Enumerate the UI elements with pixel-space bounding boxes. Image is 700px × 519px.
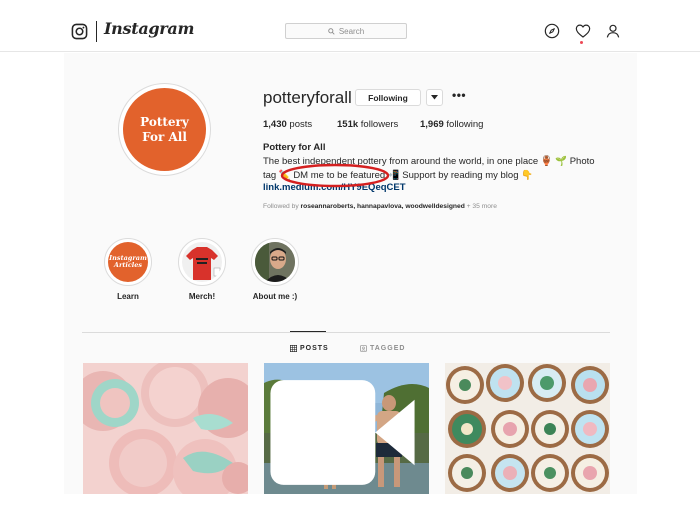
- followed-by-prefix: Followed by: [263, 203, 299, 210]
- highlight-ring: [178, 238, 226, 286]
- search-placeholder: Search: [338, 26, 365, 36]
- tag-icon: [360, 345, 367, 352]
- highlight-cover-tshirt: [182, 242, 222, 282]
- highlight-about-me[interactable]: About me :): [251, 238, 299, 301]
- highlight-learn[interactable]: Instagram Articles Learn: [104, 238, 152, 301]
- profile-bio: The best independent pottery from around…: [263, 155, 608, 182]
- highlight-merch[interactable]: Merch!: [178, 238, 226, 301]
- active-tab-indicator: [290, 331, 326, 332]
- followers-stat[interactable]: 151k followers: [337, 119, 398, 130]
- tabs-divider: [82, 332, 610, 333]
- avatar-text-line1: Pottery: [140, 114, 189, 129]
- caret-down-icon: [431, 95, 438, 100]
- avatar-text-line2: For All: [142, 129, 187, 144]
- heart-icon[interactable]: [575, 23, 591, 39]
- instagram-glyph-icon[interactable]: [71, 23, 88, 40]
- notification-dot: [580, 41, 583, 44]
- tab-tagged[interactable]: TAGGED: [360, 345, 405, 352]
- tshirt-icon: [186, 247, 221, 280]
- followed-by-names: roseannaroberts, hannapavlova, woodwelld…: [300, 203, 465, 210]
- followers-label: followers: [360, 119, 399, 130]
- pink-plates-photo: [83, 363, 248, 494]
- top-navigation-bar: Instagram Search: [0, 0, 700, 52]
- followed-by-text[interactable]: Followed by roseannaroberts, hannapavlov…: [263, 203, 497, 210]
- tab-posts[interactable]: POSTS: [290, 345, 329, 352]
- tab-posts-label: POSTS: [300, 345, 329, 352]
- profile-avatar[interactable]: Pottery For All: [118, 83, 211, 176]
- following-stat[interactable]: 1,969 following: [420, 119, 483, 130]
- highlight-cover-text-2: Articles: [113, 261, 143, 269]
- followed-by-more: + 35 more: [466, 203, 497, 210]
- more-options-icon[interactable]: •••: [452, 88, 466, 102]
- followers-count: 151k: [337, 119, 359, 130]
- highlight-label: About me :): [252, 292, 298, 301]
- following-count: 1,969: [420, 119, 444, 130]
- profile-username: potteryforall: [263, 88, 352, 107]
- portrait-photo: [255, 242, 295, 282]
- logo-divider: [96, 21, 97, 42]
- avatar-logo: Pottery For All: [123, 88, 206, 171]
- posts-count: 1,430: [263, 119, 287, 130]
- highlight-cover-portrait: [255, 242, 295, 282]
- following-label: following: [446, 119, 484, 130]
- instagram-wordmark[interactable]: Instagram: [104, 19, 194, 38]
- following-button[interactable]: Following: [355, 89, 421, 106]
- posts-stat: 1,430 posts: [263, 119, 312, 130]
- bio-line-1: The best independent pottery from around…: [263, 156, 595, 167]
- post-thumbnail-plates[interactable]: [83, 363, 248, 494]
- person-icon[interactable]: [605, 23, 621, 39]
- post-thumbnail-lake[interactable]: [264, 363, 429, 494]
- search-input[interactable]: Search: [285, 23, 407, 39]
- suggestions-dropdown-button[interactable]: [426, 89, 443, 106]
- highlight-cover-articles: Instagram Articles: [108, 242, 148, 282]
- compass-icon[interactable]: [544, 23, 560, 39]
- tab-tagged-label: TAGGED: [370, 345, 406, 352]
- floral-bowls-photo: [445, 363, 610, 494]
- bio-line-2: tag ✏️ DM me to be featured 📲 Support by…: [263, 169, 533, 181]
- grid-icon: [290, 345, 297, 352]
- highlight-ring: [251, 238, 299, 286]
- post-thumbnail-bowls[interactable]: [445, 363, 610, 494]
- search-icon: [328, 27, 335, 35]
- profile-link[interactable]: link.medium.com/HY9EQeqCET: [263, 182, 406, 193]
- profile-full-name: Pottery for All: [263, 142, 326, 153]
- video-icon: [270, 380, 415, 485]
- posts-label: posts: [289, 119, 313, 130]
- highlight-ring: Instagram Articles: [104, 238, 152, 286]
